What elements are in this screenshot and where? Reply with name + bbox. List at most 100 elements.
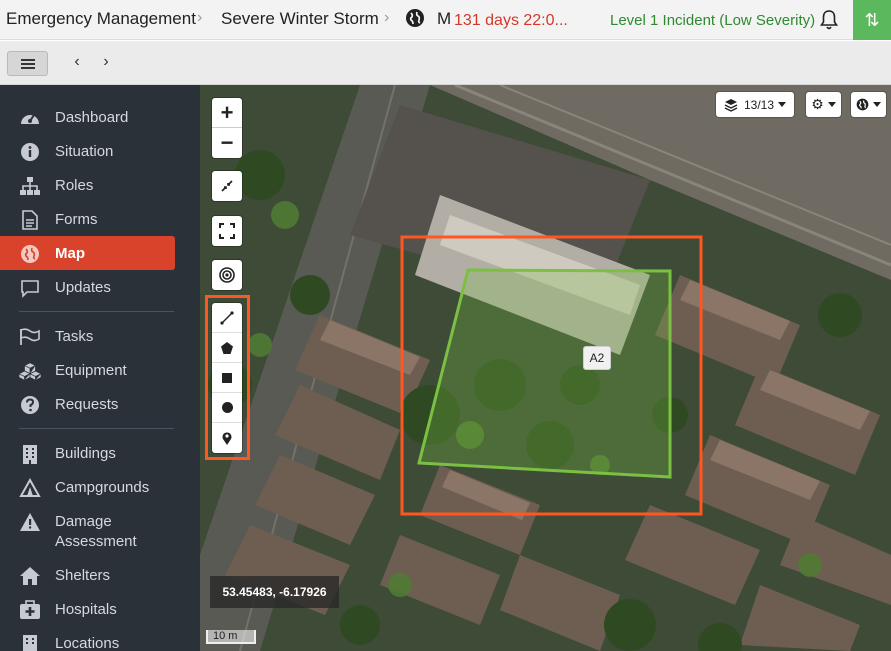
locate-button[interactable] bbox=[212, 260, 242, 290]
hamburger-menu-icon bbox=[21, 59, 35, 61]
zoom-controls: + − bbox=[212, 98, 242, 158]
area-label[interactable]: A2 bbox=[583, 346, 611, 370]
draw-circle-button[interactable] bbox=[212, 393, 242, 423]
tent-icon bbox=[19, 478, 41, 498]
zoom-in-button[interactable]: + bbox=[212, 98, 242, 128]
sidebar-item-situation[interactable]: Situation bbox=[0, 134, 175, 168]
sidebar-item-label: Map bbox=[55, 245, 85, 262]
flag-icon bbox=[19, 327, 41, 347]
org-chart-icon bbox=[19, 176, 41, 196]
layers-button[interactable]: 13/13 bbox=[716, 92, 794, 117]
sidebar-divider bbox=[19, 311, 174, 312]
fullscreen-icon bbox=[219, 223, 235, 239]
chevron-down-icon bbox=[827, 102, 836, 107]
basemap-button[interactable] bbox=[851, 92, 886, 117]
sidebar: Dashboard Situation Roles Forms Map Upda… bbox=[0, 85, 200, 651]
chevron-left-icon[interactable]: ‹ bbox=[69, 53, 85, 71]
polygon-draw-icon bbox=[221, 341, 233, 354]
sidebar-item-label: Situation bbox=[55, 143, 114, 160]
breadcrumb-severe-winter-storm[interactable]: Severe Winter Storm bbox=[221, 9, 379, 29]
map-settings-button[interactable]: ⚙ bbox=[806, 92, 841, 117]
globe-icon[interactable] bbox=[405, 8, 425, 28]
incident-timer: 131 days 22:0... bbox=[454, 12, 568, 29]
sidebar-item-label: Locations bbox=[55, 635, 120, 651]
line-draw-icon bbox=[220, 310, 234, 325]
breadcrumb-separator-icon: › bbox=[197, 9, 203, 26]
top-bar: Emergency Management › Severe Winter Sto… bbox=[0, 0, 891, 40]
breadcrumb-truncated[interactable]: M bbox=[437, 9, 451, 29]
sidebar-item-label: Campgrounds bbox=[55, 479, 150, 496]
sidebar-item-label: Roles bbox=[55, 177, 94, 194]
globe-icon bbox=[19, 244, 41, 264]
sidebar-item-updates[interactable]: Updates bbox=[0, 270, 175, 304]
sidebar-item-label: Updates bbox=[55, 279, 111, 296]
sort-toggle-button[interactable]: ⇅ bbox=[853, 0, 891, 40]
boxes-icon bbox=[19, 361, 41, 381]
chevron-down-icon bbox=[778, 102, 787, 107]
sidebar-item-roles[interactable]: Roles bbox=[0, 168, 175, 202]
sidebar-item-damage-assessment[interactable]: Damage Assessment bbox=[0, 504, 175, 558]
circle-draw-icon bbox=[221, 402, 233, 413]
satellite-imagery bbox=[200, 85, 891, 651]
draw-polygon-button[interactable] bbox=[212, 333, 242, 363]
dashboard-icon bbox=[19, 108, 41, 128]
gear-icon: ⚙ bbox=[811, 96, 824, 112]
scale-bar: 10 m bbox=[206, 630, 256, 644]
sidebar-item-label: Forms bbox=[55, 211, 98, 228]
sidebar-toggle-button[interactable] bbox=[7, 51, 48, 76]
draw-toolbar bbox=[212, 303, 242, 453]
compress-arrows-icon bbox=[221, 180, 233, 192]
sidebar-item-shelters[interactable]: Shelters bbox=[0, 558, 175, 592]
sidebar-item-requests[interactable]: Requests bbox=[0, 387, 175, 421]
sidebar-divider bbox=[19, 428, 174, 429]
draw-rectangle-button[interactable] bbox=[212, 363, 242, 393]
marker-draw-icon bbox=[222, 431, 232, 445]
secondary-toolbar: ‹ › bbox=[0, 41, 891, 85]
sidebar-item-dashboard[interactable]: Dashboard bbox=[0, 100, 175, 134]
chevron-down-icon bbox=[873, 102, 881, 107]
map-view[interactable]: + − 13/13 ⚙ A2 53.45483, -6.17926 10 m bbox=[200, 85, 891, 651]
question-icon bbox=[19, 395, 41, 415]
breadcrumb-emergency-management[interactable]: Emergency Management bbox=[6, 9, 196, 29]
sidebar-item-label: Buildings bbox=[55, 445, 116, 462]
target-icon bbox=[219, 267, 235, 283]
sidebar-item-buildings[interactable]: Buildings bbox=[0, 436, 175, 470]
sidebar-item-label: Tasks bbox=[55, 328, 94, 345]
bell-icon[interactable] bbox=[819, 9, 839, 31]
document-icon bbox=[19, 210, 41, 230]
collapse-button[interactable] bbox=[212, 171, 242, 201]
breadcrumb-separator-icon: › bbox=[384, 9, 390, 26]
medical-icon bbox=[19, 600, 41, 620]
chevron-right-icon[interactable]: › bbox=[98, 53, 114, 71]
building-icon bbox=[19, 444, 41, 464]
draw-marker-button[interactable] bbox=[212, 423, 242, 453]
sidebar-item-label: Damage Assessment bbox=[55, 513, 137, 550]
sidebar-item-label: Equipment bbox=[55, 362, 127, 379]
building-icon bbox=[19, 634, 41, 651]
layers-count: 13/13 bbox=[743, 97, 775, 112]
sidebar-item-forms[interactable]: Forms bbox=[0, 202, 175, 236]
layers-icon bbox=[724, 98, 738, 112]
fullscreen-button[interactable] bbox=[212, 216, 242, 246]
warning-icon bbox=[19, 512, 41, 532]
chat-bubble-icon bbox=[19, 278, 41, 298]
sidebar-item-label: Requests bbox=[55, 396, 119, 413]
sidebar-item-label: Shelters bbox=[55, 567, 111, 584]
house-icon bbox=[19, 566, 41, 586]
sort-arrows-icon: ⇅ bbox=[864, 10, 880, 30]
sidebar-item-map[interactable]: Map bbox=[0, 236, 175, 270]
incident-status[interactable]: Level 1 Incident (Low Severity) bbox=[610, 12, 815, 29]
sidebar-item-locations[interactable]: Locations bbox=[0, 626, 175, 651]
globe-icon bbox=[856, 98, 869, 111]
draw-line-button[interactable] bbox=[212, 303, 242, 333]
coordinate-readout: 53.45483, -6.17926 bbox=[210, 576, 339, 608]
sidebar-item-equipment[interactable]: Equipment bbox=[0, 353, 175, 387]
sidebar-item-label: Hospitals bbox=[55, 601, 117, 618]
sidebar-item-campgrounds[interactable]: Campgrounds bbox=[0, 470, 175, 504]
square-draw-icon bbox=[222, 372, 232, 383]
zoom-out-button[interactable]: − bbox=[212, 128, 242, 158]
info-icon bbox=[19, 142, 41, 162]
sidebar-item-hospitals[interactable]: Hospitals bbox=[0, 592, 175, 626]
sidebar-item-label: Dashboard bbox=[55, 109, 129, 126]
sidebar-item-tasks[interactable]: Tasks bbox=[0, 319, 175, 353]
